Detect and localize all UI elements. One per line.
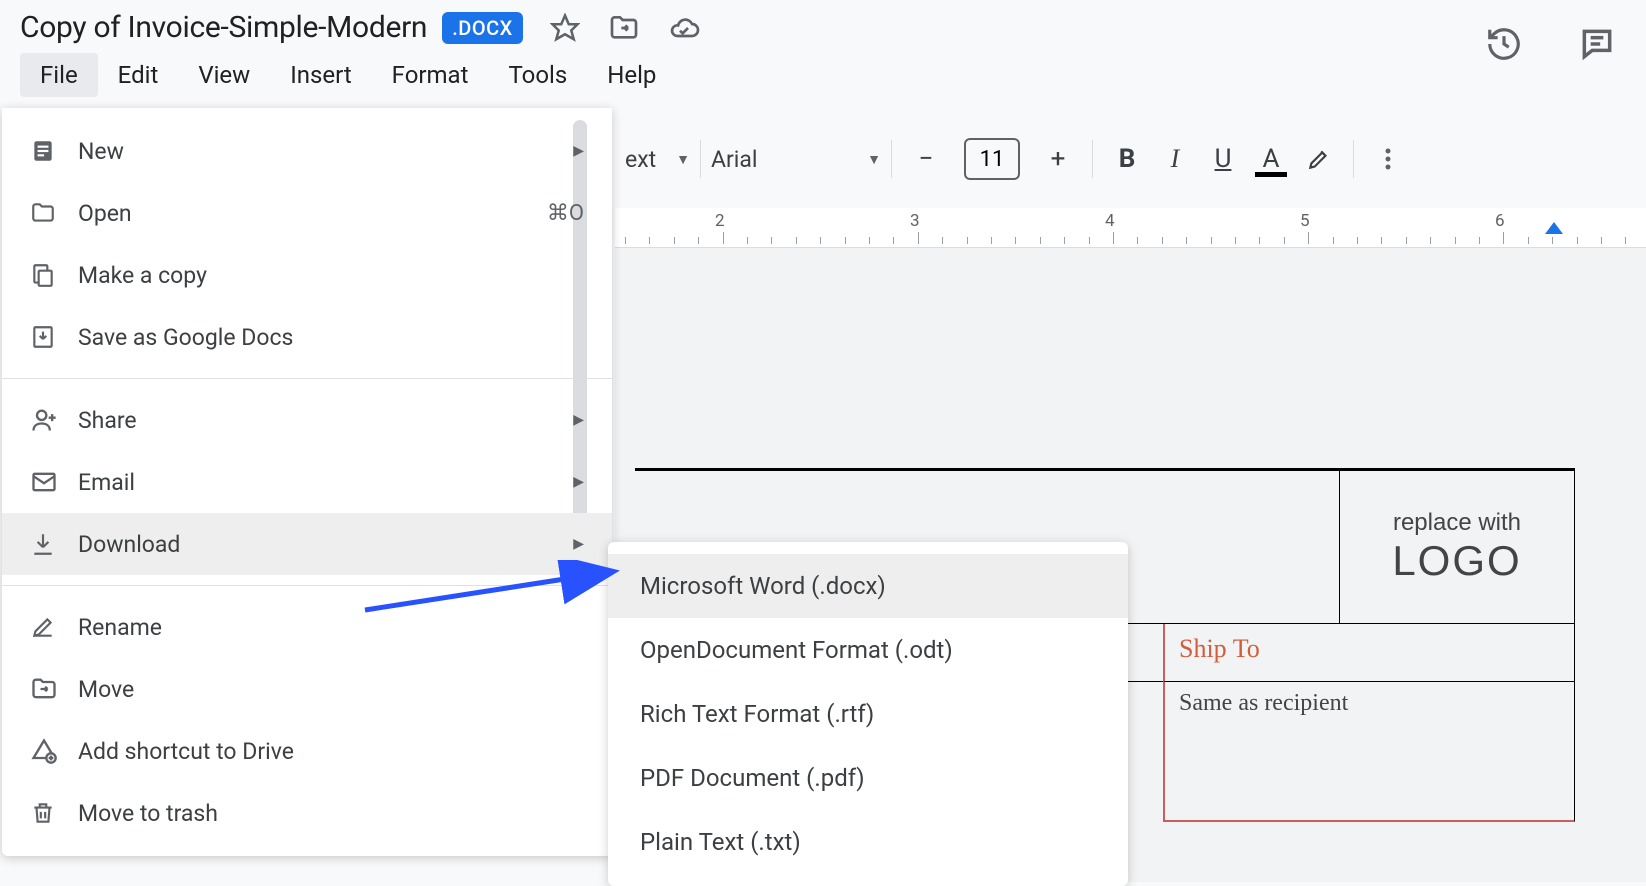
menu-label: Download	[78, 531, 573, 558]
menu-move[interactable]: Move	[2, 658, 612, 720]
submenu-rtf[interactable]: Rich Text Format (.rtf)	[608, 682, 1128, 746]
menu-label: Save as Google Docs	[78, 324, 584, 351]
move-folder-icon	[30, 675, 78, 703]
underline-button[interactable]: U	[1199, 144, 1247, 174]
ruler-label: 2	[715, 211, 725, 231]
file-menu-popup: New ▶ Open ⌘O Make a copy Save as Google…	[2, 108, 612, 856]
chevron-down-icon[interactable]: ▼	[676, 151, 690, 168]
menu-rename[interactable]: Rename	[2, 596, 612, 658]
italic-button[interactable]: I	[1151, 144, 1199, 174]
indent-marker-icon[interactable]	[1545, 222, 1563, 234]
submenu-odt[interactable]: OpenDocument Format (.odt)	[608, 618, 1128, 682]
font-name[interactable]: Arial	[711, 146, 758, 173]
download-submenu: Microsoft Word (.docx) OpenDocument Form…	[608, 542, 1128, 886]
submenu-txt[interactable]: Plain Text (.txt)	[608, 810, 1128, 874]
menu-label: Make a copy	[78, 262, 584, 289]
logo-line2: LOGO	[1392, 537, 1521, 585]
ruler-label: 3	[910, 211, 920, 231]
history-icon[interactable]	[1485, 25, 1523, 63]
menu-open[interactable]: Open ⌘O	[2, 182, 612, 244]
drive-shortcut-icon	[30, 737, 78, 765]
star-icon[interactable]	[550, 13, 580, 43]
menu-label: Email	[78, 469, 573, 496]
highlight-button[interactable]	[1295, 146, 1343, 172]
comments-icon[interactable]	[1578, 25, 1616, 63]
file-icon	[30, 138, 78, 164]
ruler[interactable]: 2 3 4 5 6	[615, 208, 1646, 248]
shortcut: ⌘O	[547, 201, 584, 226]
bold-button[interactable]: B	[1103, 144, 1151, 174]
menu-save-as-gdocs[interactable]: Save as Google Docs	[2, 306, 612, 368]
folder-icon	[30, 200, 78, 226]
trash-icon	[30, 800, 78, 826]
chevron-right-icon: ▶	[573, 536, 584, 552]
menu-label: Move	[78, 676, 584, 703]
pencil-icon	[30, 614, 78, 640]
more-icon[interactable]	[1364, 147, 1412, 171]
chevron-down-icon[interactable]: ▼	[867, 151, 881, 168]
download-icon	[30, 324, 78, 350]
toolbar: ext ▼ Arial ▼ − 11 + B I U A	[615, 128, 1422, 190]
ruler-label: 6	[1495, 211, 1505, 231]
menu-format[interactable]: Format	[372, 53, 489, 97]
ruler-label: 4	[1105, 211, 1115, 231]
menu-help[interactable]: Help	[587, 53, 676, 97]
menu-email[interactable]: Email ▶	[2, 451, 612, 513]
menu-make-copy[interactable]: Make a copy	[2, 244, 612, 306]
move-folder-icon[interactable]	[608, 12, 640, 44]
menu-label: Move to trash	[78, 800, 584, 827]
menu-download[interactable]: Download ▶	[2, 513, 612, 575]
ruler-label: 5	[1300, 211, 1310, 231]
menu-share[interactable]: Share ▶	[2, 389, 612, 451]
chevron-right-icon: ▶	[573, 143, 584, 159]
email-icon	[30, 468, 78, 496]
menu-move-trash[interactable]: Move to trash	[2, 782, 612, 844]
menu-edit[interactable]: Edit	[98, 53, 179, 97]
chevron-right-icon: ▶	[573, 474, 584, 490]
text-color-button[interactable]: A	[1247, 144, 1295, 174]
menu-label: Add shortcut to Drive	[78, 738, 584, 765]
docx-badge: .DOCX	[442, 12, 523, 44]
menu-label: Share	[78, 407, 573, 434]
chevron-right-icon: ▶	[573, 412, 584, 428]
doc-title[interactable]: Copy of Invoice-Simple-Modern	[20, 10, 427, 45]
logo-placeholder[interactable]: replace with LOGO	[1339, 471, 1575, 624]
menu-insert[interactable]: Insert	[270, 53, 371, 97]
download-arrow-icon	[30, 531, 78, 557]
menu-label: New	[78, 138, 573, 165]
submenu-pdf[interactable]: PDF Document (.pdf)	[608, 746, 1128, 810]
menu-new[interactable]: New ▶	[2, 120, 612, 182]
menu-tools[interactable]: Tools	[488, 53, 587, 97]
menubar: File Edit View Insert Format Tools Help	[20, 53, 1626, 97]
font-size-input[interactable]: 11	[964, 138, 1020, 180]
menu-label: Rename	[78, 614, 584, 641]
paragraph-style-hint[interactable]: ext	[625, 146, 656, 173]
ship-to-header[interactable]: Ship To	[1163, 624, 1575, 682]
menu-file[interactable]: File	[20, 53, 98, 97]
cloud-status-icon[interactable]	[668, 12, 700, 44]
increase-font-size[interactable]: +	[1034, 144, 1082, 174]
menu-view[interactable]: View	[178, 53, 270, 97]
decrease-font-size[interactable]: −	[902, 144, 950, 174]
copy-icon	[30, 262, 78, 288]
logo-line1: replace with	[1393, 509, 1521, 537]
menu-add-shortcut[interactable]: Add shortcut to Drive	[2, 720, 612, 782]
submenu-docx[interactable]: Microsoft Word (.docx)	[608, 554, 1128, 618]
menu-label: Open	[78, 200, 547, 227]
ship-to-body[interactable]: Same as recipient	[1163, 682, 1575, 822]
person-add-icon	[30, 406, 78, 434]
